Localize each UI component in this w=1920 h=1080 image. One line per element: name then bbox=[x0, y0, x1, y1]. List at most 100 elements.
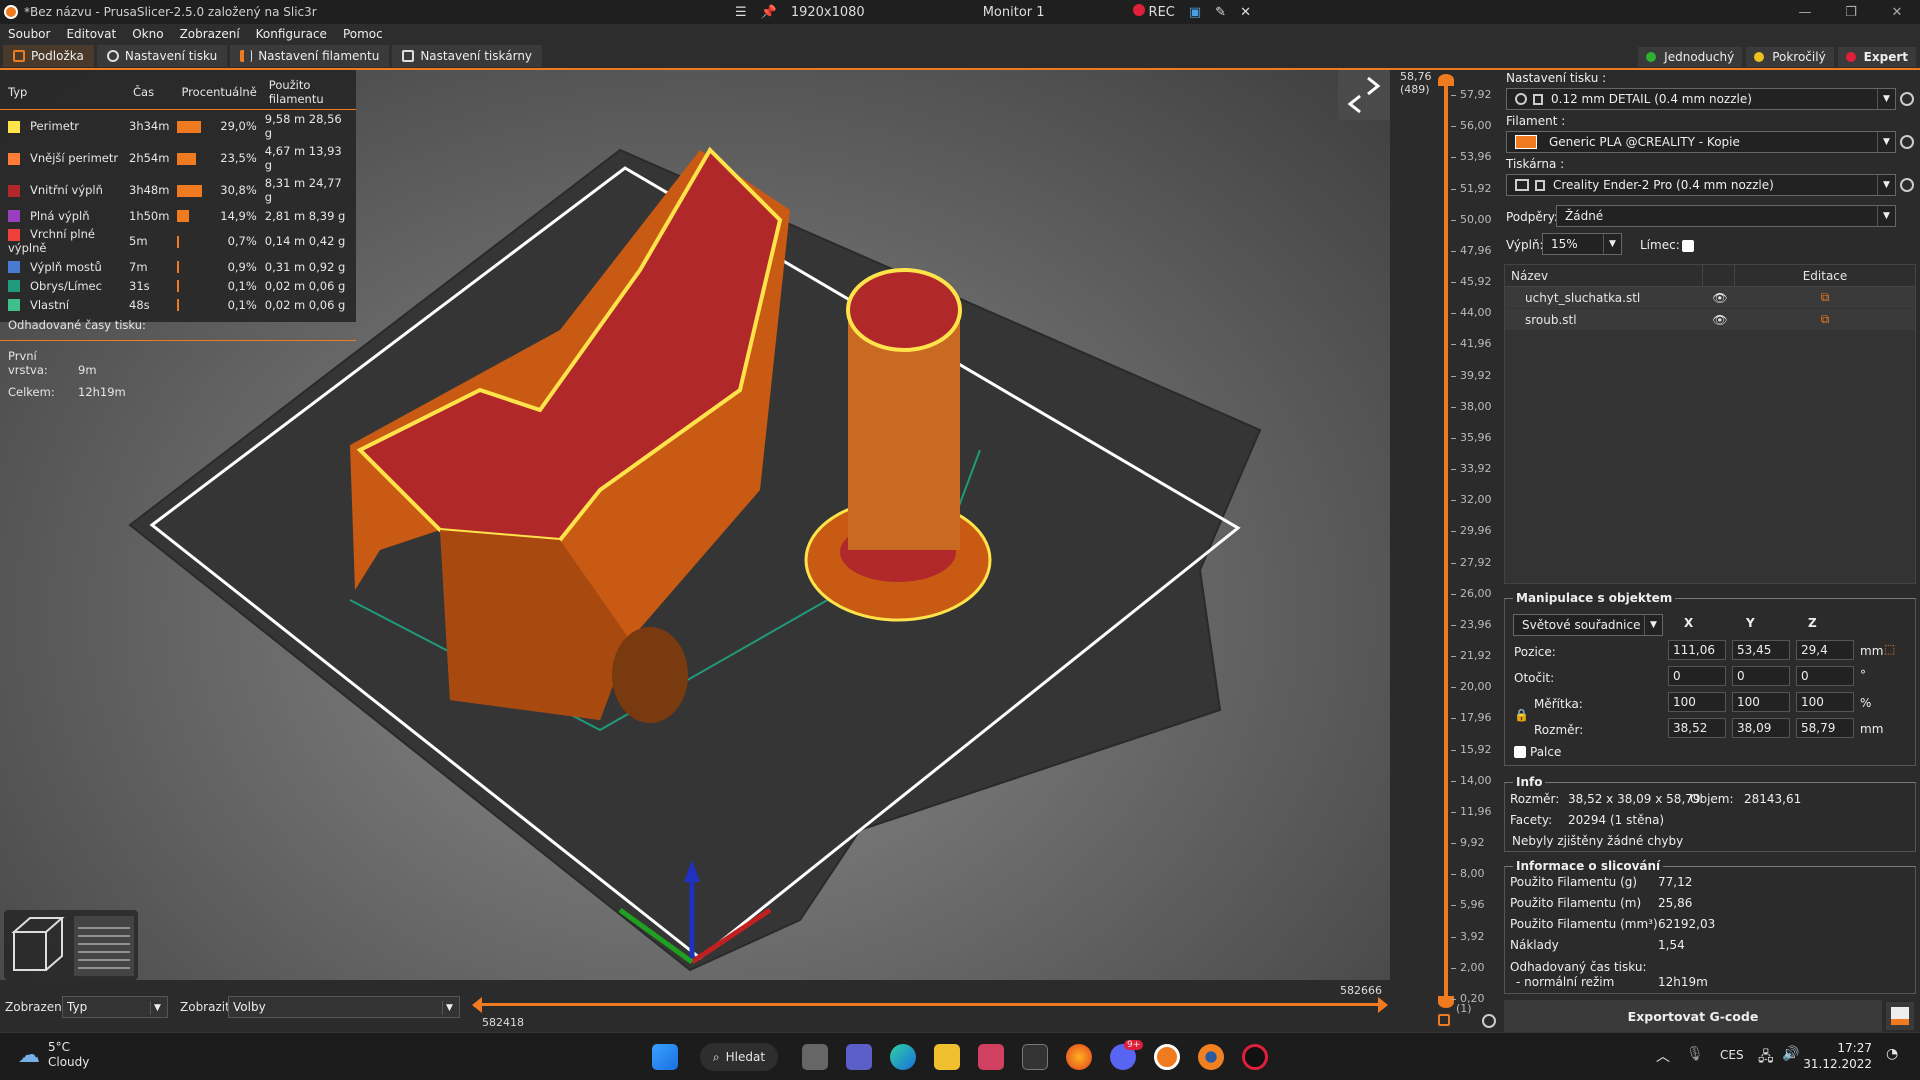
position-z-input[interactable]: 29,4 bbox=[1796, 640, 1854, 660]
drop-to-bed-icon[interactable]: ⬚ bbox=[1884, 642, 1895, 656]
pen-icon[interactable]: ✎ bbox=[1215, 5, 1226, 20]
filament-combo[interactable]: Generic PLA @CREALITY - Kopie ▼ bbox=[1506, 131, 1896, 153]
tab-filament-settings[interactable]: Nastavení filamentu bbox=[230, 45, 390, 67]
size-y-input[interactable]: 38,09 bbox=[1732, 718, 1790, 738]
info-volume-value: 28143,61 bbox=[1744, 792, 1802, 806]
discord-badge: 9+ bbox=[1124, 1040, 1144, 1050]
tab-print-settings[interactable]: Nastavení tisku bbox=[96, 45, 228, 67]
rotation-y-input[interactable]: 0 bbox=[1732, 666, 1790, 686]
collapse-sidebar-button[interactable] bbox=[1338, 70, 1390, 120]
uniform-scale-lock-icon[interactable]: 🔒 bbox=[1514, 708, 1529, 722]
language-indicator[interactable]: CES bbox=[1720, 1048, 1744, 1062]
volume-icon[interactable]: 🔊 bbox=[1782, 1046, 1799, 1062]
view-type-select[interactable]: Typ ▼ bbox=[62, 996, 168, 1018]
menu-editovat[interactable]: Editovat bbox=[58, 27, 124, 41]
layers-view-icon[interactable] bbox=[74, 916, 134, 976]
microphone-icon[interactable]: 🎙 bbox=[1686, 1046, 1704, 1062]
scale-y-input[interactable]: 100 bbox=[1732, 692, 1790, 712]
recorder-icon[interactable] bbox=[1242, 1044, 1268, 1070]
3d-view-icon[interactable] bbox=[11, 917, 65, 971]
coordinate-system-select[interactable]: Světové souřadnice ▼ bbox=[1513, 614, 1663, 636]
layer-slider-bottom-thumb[interactable] bbox=[1438, 996, 1454, 1008]
print-settings-gear-icon[interactable] bbox=[1900, 92, 1914, 106]
monitor-label[interactable]: Monitor 1 bbox=[983, 5, 1045, 20]
object-list-item[interactable]: sroub.stl 👁 ⧉ bbox=[1505, 309, 1915, 331]
menu-pomoc[interactable]: Pomoc bbox=[335, 27, 391, 41]
printer-combo[interactable]: Creality Ender-2 Pro (0.4 mm nozzle) ▼ bbox=[1506, 174, 1896, 196]
eye-icon[interactable]: 👁 bbox=[1705, 313, 1735, 327]
scale-x-input[interactable]: 100 bbox=[1668, 692, 1726, 712]
edit-icon[interactable]: ⧉ bbox=[1735, 290, 1915, 305]
inches-checkbox[interactable] bbox=[1514, 746, 1526, 758]
mode-expert-button[interactable]: Expert bbox=[1837, 47, 1916, 67]
mode-simple-button[interactable]: Jednoduchý bbox=[1638, 47, 1743, 67]
legend-header-time: Čas bbox=[125, 70, 174, 110]
filament-gear-icon[interactable] bbox=[1900, 135, 1914, 149]
object-list-item[interactable]: uchyt_sluchatka.stl 👁 ⧉ bbox=[1505, 287, 1915, 309]
scale-label: Měřítka: bbox=[1534, 697, 1583, 711]
rotation-x-input[interactable]: 0 bbox=[1668, 666, 1726, 686]
printer-gear-icon[interactable] bbox=[1900, 178, 1914, 192]
menu-okno[interactable]: Okno bbox=[124, 27, 171, 41]
layer-tick-mark bbox=[1451, 95, 1456, 96]
teams-icon[interactable] bbox=[846, 1044, 872, 1070]
maximize-icon[interactable]: ❐ bbox=[1828, 5, 1874, 20]
snipping-tool-icon[interactable] bbox=[978, 1044, 1004, 1070]
close-recorder-icon[interactable]: ✕ bbox=[1240, 5, 1251, 20]
pin-icon[interactable]: 📌 bbox=[761, 5, 777, 20]
layer-tick-mark bbox=[1451, 811, 1456, 813]
menu-konfigurace[interactable]: Konfigurace bbox=[248, 27, 335, 41]
menu-icon[interactable]: ☰ bbox=[735, 5, 747, 20]
firefox-icon[interactable] bbox=[1066, 1044, 1092, 1070]
lock-icon[interactable] bbox=[1438, 1014, 1450, 1026]
layer-slider-track[interactable] bbox=[1444, 80, 1448, 1000]
export-gcode-button[interactable]: Exportovat G-code bbox=[1504, 1000, 1882, 1032]
layer-tick-label: 8,00 bbox=[1460, 867, 1485, 881]
start-icon[interactable] bbox=[652, 1044, 678, 1070]
layer-tick-label: 56,00 bbox=[1460, 119, 1492, 133]
export-to-sd-icon[interactable] bbox=[1886, 1002, 1914, 1030]
file-explorer-icon[interactable] bbox=[934, 1044, 960, 1070]
minimize-icon[interactable]: — bbox=[1782, 5, 1828, 20]
notification-icon[interactable]: ◔ bbox=[1886, 1046, 1898, 1062]
layer-tick-mark bbox=[1451, 999, 1456, 1000]
position-x-input[interactable]: 111,06 bbox=[1668, 640, 1726, 660]
edit-icon[interactable]: ⧉ bbox=[1735, 312, 1915, 327]
menu-soubor[interactable]: Soubor bbox=[0, 27, 58, 41]
size-z-input[interactable]: 58,79 bbox=[1796, 718, 1854, 738]
layer-tick-mark bbox=[1451, 593, 1456, 595]
close-icon[interactable]: ✕ bbox=[1874, 5, 1920, 20]
supports-combo[interactable]: Žádné ▼ bbox=[1556, 205, 1896, 227]
tab-bar: Podložka Nastavení tisku Nastavení filam… bbox=[0, 44, 1920, 70]
show-options-select[interactable]: Volby ▼ bbox=[228, 996, 460, 1018]
menu-zobrazeni[interactable]: Zobrazení bbox=[172, 27, 248, 41]
prusaslicer-taskbar-icon[interactable] bbox=[1154, 1044, 1180, 1070]
taskbar-clock[interactable]: 17:27 31.12.2022 bbox=[1803, 1040, 1872, 1072]
print-settings-combo[interactable]: 0.12 mm DETAIL (0.4 mm nozzle) ▼ bbox=[1506, 88, 1896, 110]
terminal-icon[interactable] bbox=[1022, 1044, 1048, 1070]
taskbar-search-button[interactable]: ⌕ Hledat bbox=[700, 1043, 778, 1071]
camera-icon[interactable]: ▣ bbox=[1189, 5, 1201, 20]
legend-pct-bar bbox=[177, 280, 180, 292]
rec-button[interactable]: REC bbox=[1132, 4, 1175, 20]
scale-z-input[interactable]: 100 bbox=[1796, 692, 1854, 712]
edge-icon[interactable] bbox=[890, 1044, 916, 1070]
size-x-input[interactable]: 38,52 bbox=[1668, 718, 1726, 738]
slider-settings-icon[interactable] bbox=[1482, 1014, 1496, 1028]
blender-icon[interactable] bbox=[1198, 1044, 1224, 1070]
move-slider-track[interactable] bbox=[478, 1003, 1382, 1006]
tab-podlozka[interactable]: Podložka bbox=[3, 45, 94, 67]
weather-widget[interactable]: ☁ 5°C Cloudy bbox=[18, 1040, 89, 1070]
eye-icon[interactable]: 👁 bbox=[1705, 291, 1735, 305]
rotation-z-input[interactable]: 0 bbox=[1796, 666, 1854, 686]
chevron-up-icon[interactable]: ︿ bbox=[1656, 1046, 1670, 1066]
position-y-input[interactable]: 53,45 bbox=[1732, 640, 1790, 660]
nut-hole bbox=[612, 627, 688, 723]
mode-advanced-button[interactable]: Pokročilý bbox=[1746, 47, 1834, 67]
network-icon[interactable]: 🖧 bbox=[1758, 1046, 1774, 1070]
infill-combo[interactable]: 15% ▼ bbox=[1542, 233, 1622, 255]
task-view-icon[interactable] bbox=[802, 1044, 828, 1070]
brim-checkbox[interactable] bbox=[1682, 240, 1694, 252]
layer-slider-top-thumb[interactable] bbox=[1438, 74, 1454, 86]
tab-printer-settings[interactable]: Nastavení tiskárny bbox=[392, 45, 543, 67]
